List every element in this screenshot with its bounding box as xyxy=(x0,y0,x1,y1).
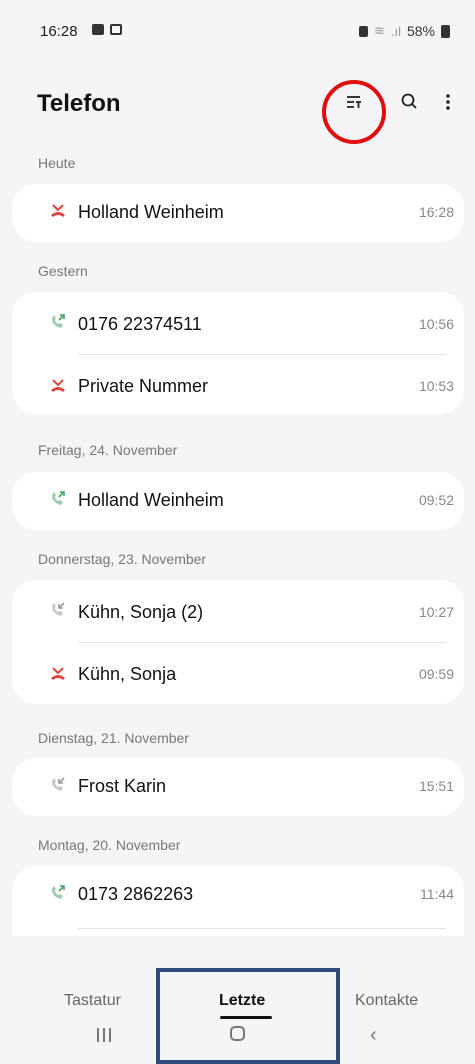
call-time: 10:56 xyxy=(418,316,454,332)
call-time: 10:53 xyxy=(418,378,454,394)
caller-name: Kühn, Sonja (2) xyxy=(78,602,204,622)
call-row[interactable]: Frost Karin 15:51 xyxy=(12,758,464,814)
call-row[interactable]: 0173 2862263 11:44 xyxy=(12,866,464,922)
lock-icon xyxy=(358,25,368,37)
battery-percent: 58% xyxy=(406,23,435,39)
call-card: Frost Karin 15:51 xyxy=(12,758,464,816)
call-card: Holland Weinheim 16:28 xyxy=(12,184,464,242)
outgoing-call-icon xyxy=(52,314,65,328)
call-row[interactable]: Kühn, Sonja 09:59 xyxy=(12,642,464,704)
call-row[interactable]: Holland Weinheim 16:28 xyxy=(12,184,464,240)
call-time: 16:28 xyxy=(418,204,454,220)
outgoing-call-icon xyxy=(52,885,65,899)
call-time: 09:52 xyxy=(418,492,454,508)
section-label: Freitag, 24. November xyxy=(38,442,178,458)
page-title: Telefon xyxy=(37,90,121,117)
section-label: Dienstag, 21. November xyxy=(38,730,189,746)
call-row[interactable]: Kühn, Sonja (2) 10:27 xyxy=(12,580,464,642)
recent-apps-icon xyxy=(97,1028,99,1042)
caller-name: 0176 22374511 xyxy=(78,314,202,334)
call-card: Holland Weinheim 09:52 xyxy=(12,472,464,530)
gallery-icon xyxy=(110,24,122,35)
divider xyxy=(78,928,446,929)
call-card: 0173 2862263 11:44 xyxy=(12,866,464,936)
section-label: Donnerstag, 23. November xyxy=(38,551,207,567)
call-time: 10:27 xyxy=(418,604,454,620)
missed-call-icon xyxy=(51,379,65,392)
status-bar: 16:28 ≋ .ıl 58% xyxy=(0,0,475,64)
back-button[interactable]: ‹ xyxy=(370,1024,377,1047)
signal-icon: .ıl xyxy=(390,23,401,39)
battery-icon xyxy=(441,24,450,38)
outgoing-call-icon xyxy=(52,491,65,505)
more-options-button[interactable] xyxy=(428,82,468,122)
section-label: Montag, 20. November xyxy=(38,837,181,853)
call-card: 0176 22374511 10:56 Private Nummer 10:53 xyxy=(12,292,464,414)
tab-contacts[interactable]: Kontakte xyxy=(355,992,418,1010)
section-label: Gestern xyxy=(38,263,88,279)
notification-icons xyxy=(92,24,122,35)
incoming-call-icon xyxy=(52,777,65,791)
status-right: ≋ .ıl 58% xyxy=(358,23,450,39)
search-icon xyxy=(401,93,417,109)
call-card: Kühn, Sonja (2) 10:27 Kühn, Sonja 09:59 xyxy=(12,580,464,704)
app-header: Telefon xyxy=(0,64,475,144)
missed-call-icon xyxy=(51,667,65,680)
call-row[interactable]: Private Nummer 10:53 xyxy=(12,354,464,414)
caller-name: Private Nummer xyxy=(78,376,209,396)
caller-name: 0173 2862263 xyxy=(78,884,194,904)
call-row[interactable]: Holland Weinheim 09:52 xyxy=(12,472,464,528)
incoming-call-icon xyxy=(52,602,65,616)
call-time: 09:59 xyxy=(418,666,454,682)
wifi-icon: ≋ xyxy=(373,23,385,38)
call-time: 15:51 xyxy=(418,778,454,794)
call-time: 11:44 xyxy=(420,886,454,902)
section-label: Heute xyxy=(38,155,76,171)
highlight-circle xyxy=(322,80,386,144)
recent-apps-button[interactable] xyxy=(97,1028,111,1042)
caller-name: Holland Weinheim xyxy=(78,490,224,510)
call-row[interactable]: 0176 22374511 10:56 xyxy=(12,292,464,354)
missed-call-icon xyxy=(51,204,65,217)
caller-name: Frost Karin xyxy=(78,776,167,796)
status-time: 16:28 xyxy=(40,23,78,40)
mail-icon xyxy=(92,24,104,35)
highlight-box xyxy=(156,968,340,1064)
search-button[interactable] xyxy=(390,82,430,122)
caller-name: Holland Weinheim xyxy=(78,202,224,222)
caller-name: Kühn, Sonja xyxy=(78,664,177,684)
more-vert-icon xyxy=(446,94,450,110)
tab-keypad[interactable]: Tastatur xyxy=(64,992,121,1010)
